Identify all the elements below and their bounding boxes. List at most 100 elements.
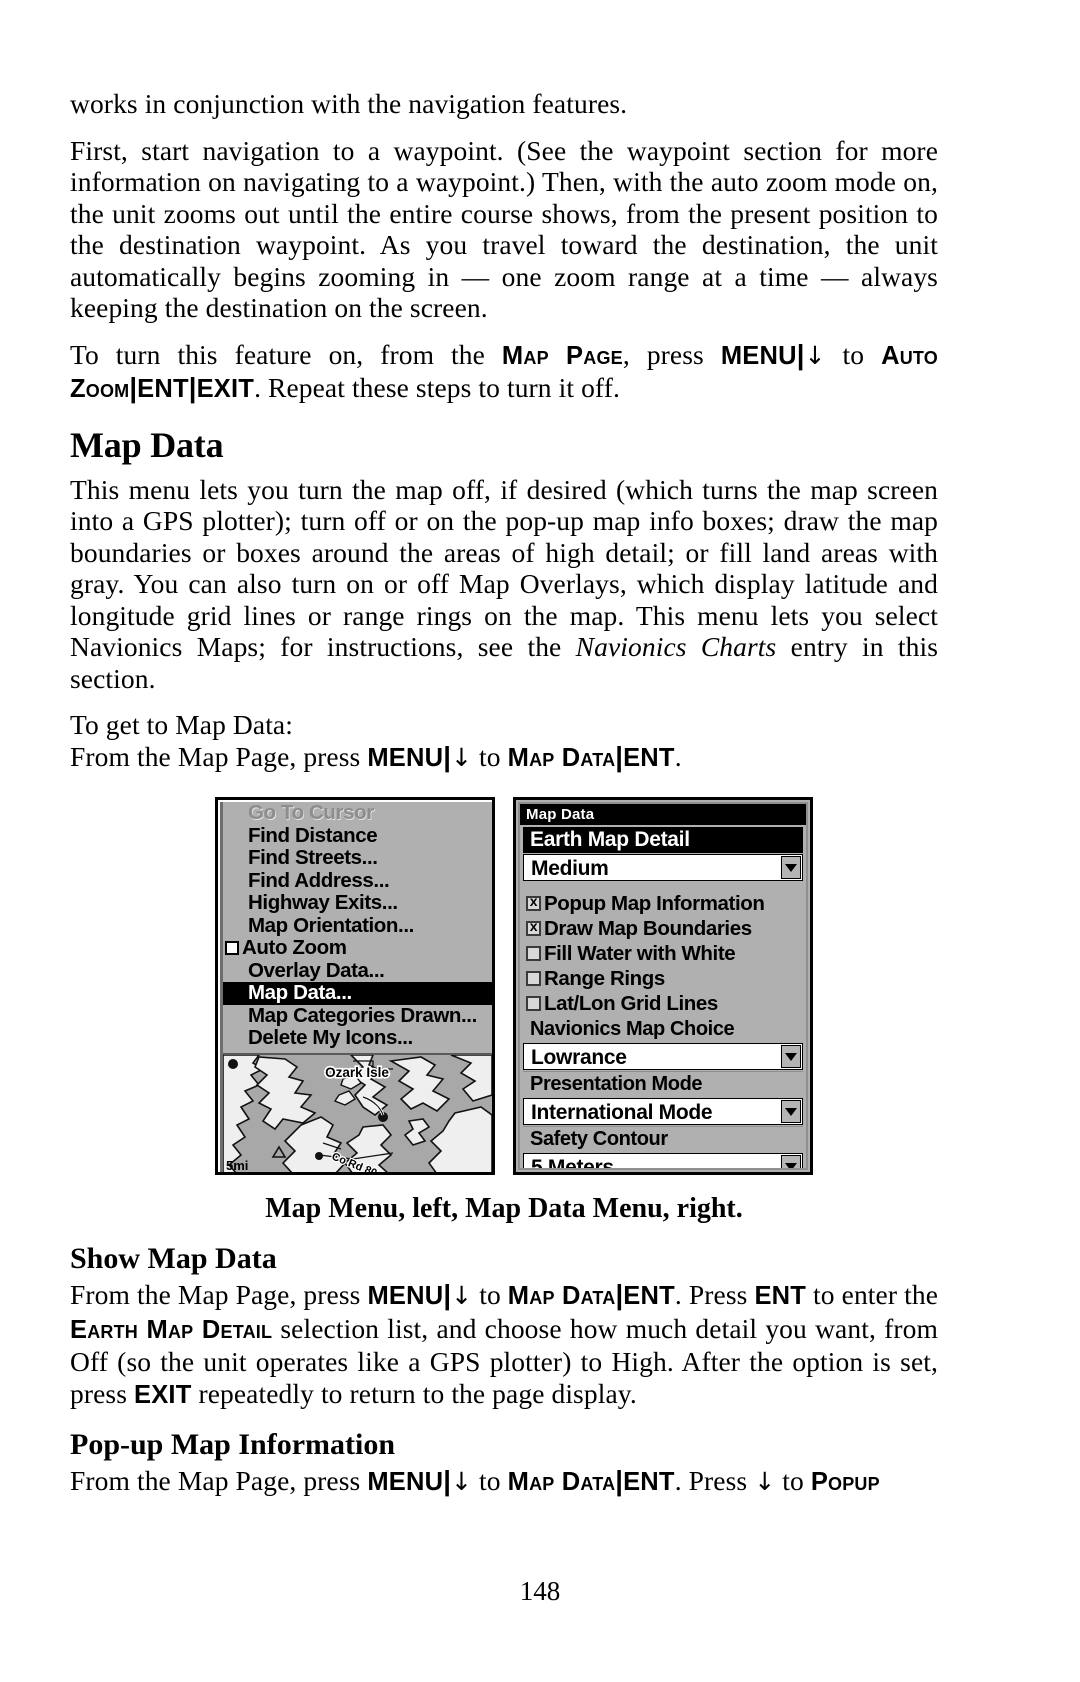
menu-item-find-address[interactable]: Find Address... [223,869,492,893]
menu-item-map-categories-drawn[interactable]: Map Categories Drawn... [223,1004,492,1028]
key-ent: ENT [754,1282,807,1310]
map-data-window-title: Map Data [520,804,806,825]
chevron-down-icon[interactable] [781,1155,801,1168]
menu-item-delete-my-icons[interactable]: Delete My Icons... [223,1026,492,1050]
checkbox-row-fill-water-with-white[interactable]: Fill Water with White [520,941,806,966]
map-place-label: Ozark Isle [325,1065,389,1080]
arrow-down-icon: ↓ [804,340,826,370]
text-run: to [472,1279,508,1310]
text-run: , press [622,338,721,370]
checkbox-auto-zoom[interactable] [225,941,239,955]
paragraph-map-data-overview: This menu lets you turn the map off, if … [70,474,938,695]
key-ent: ENT [623,1468,675,1496]
keyword-earth-map-detail: Earth Map Detail [70,1315,273,1344]
gps-screenshot-map-data-menu: Map Data Earth Map Detail Medium Popup M… [513,797,813,1175]
keyword-map-data: Map Data [507,1468,616,1496]
map-scale-label: 5mi [226,1158,249,1172]
map-preview[interactable]: Ozark Isle Co Rd 80 5mi [223,1053,492,1172]
safety-contour-value: 5 Meters [531,1156,614,1170]
checkbox-label: Draw Map Boundaries [544,917,752,940]
checkbox-range-rings[interactable] [526,971,541,986]
figure-caption: Map Menu, left, Map Data Menu, right. [265,1193,743,1224]
menu-item-map-data[interactable]: Map Data... [223,981,492,1005]
figure-map-menus: Go To Cursor Find Distance Find Streets.… [70,789,938,1189]
key-menu: MENU [367,743,444,772]
text-run: repeatedly to return to the page display… [191,1377,637,1409]
italic-navionics-charts: Navionics Charts [575,631,777,662]
safety-contour-label: Safety Contour [523,1126,803,1152]
arrow-down-icon: ↓ [451,1467,473,1496]
map-menu-list: Go To Cursor Find Distance Find Streets.… [223,802,492,1050]
key-ent: ENT [137,375,189,403]
keyword-map-data: Map Data [507,743,616,772]
menu-item-overlay-data[interactable]: Overlay Data... [223,959,492,983]
text-run: From the Map Page, press [70,1465,368,1496]
text-run: . Press [674,1279,755,1310]
checkbox-label: Range Rings [544,967,665,990]
arrow-down-icon: ↓ [451,1281,473,1310]
safety-contour-dropdown[interactable]: 5 Meters [523,1153,803,1170]
earth-map-detail-value: Medium [531,857,609,880]
key-menu: MENU [367,1468,444,1496]
navionics-map-choice-value: Lowrance [531,1046,627,1069]
text-run: From the Map Page, press [70,1279,368,1310]
menu-item-find-streets[interactable]: Find Streets... [223,846,492,870]
key-menu: MENU [367,1282,444,1310]
paragraph-howto-intro: To get to Map Data: [70,709,293,740]
menu-item-highway-exits[interactable]: Highway Exits... [223,891,492,915]
text-run: to [775,1465,811,1496]
map-preview-graphic: Ozark Isle Co Rd 80 [223,1055,492,1172]
text-run: From the Map Page, press [70,740,368,772]
key-ent: ENT [623,1282,675,1310]
arrow-down-icon: ↓ [451,742,473,772]
page-number: 148 [519,1576,561,1606]
text-run: to [825,338,882,370]
paragraph-popup-map-information: From the Map Page, press MENU|↓ to Map D… [70,1465,880,1496]
navionics-map-choice-label: Navionics Map Choice [523,1017,803,1042]
text-run: . [674,740,682,772]
earth-map-detail-dropdown[interactable]: Medium [523,854,803,881]
gps-screenshot-map-menu: Go To Cursor Find Distance Find Streets.… [215,797,495,1175]
menu-item-go-to-cursor[interactable]: Go To Cursor [223,802,492,825]
checkbox-label: Fill Water with White [544,942,736,965]
text-run: . Repeat these steps to turn it off. [254,372,620,403]
checkbox-fill-water-with-white[interactable] [526,946,541,961]
checkbox-draw-map-boundaries[interactable] [526,921,541,936]
paragraph-autozoom-explanation: First, start navigation to a waypoint. (… [70,134,938,324]
page-content: works in conjunction with the navigation… [70,88,938,1499]
presentation-mode-label: Presentation Mode [523,1071,803,1097]
text-run: . Press [674,1465,755,1496]
keyword-map-data: Map Data [507,1282,616,1310]
checkbox-row-draw-map-boundaries[interactable]: Draw Map Boundaries [520,916,806,941]
presentation-mode-dropdown[interactable]: International Mode [523,1098,803,1125]
text-run: To turn this feature on, from the [70,338,502,370]
key-exit: EXIT [196,375,255,403]
paragraph-show-map-data: From the Map Page, press MENU|↓ to Map D… [70,1279,939,1409]
chevron-down-icon[interactable] [781,1045,801,1068]
document-page: works in conjunction with the navigation… [0,0,1080,1682]
text-run: to [472,740,508,772]
menu-item-map-orientation[interactable]: Map Orientation... [223,914,492,938]
checkbox-popup-map-information[interactable] [526,896,541,911]
keyword-popup: Popup [810,1468,880,1496]
menu-item-label: Auto Zoom [242,936,347,959]
paragraph-autozoom-instructions: To turn this feature on, from the Map Pa… [70,338,938,404]
checkbox-row-popup-map-information[interactable]: Popup Map Information [520,891,806,916]
chevron-down-icon[interactable] [781,1100,801,1123]
text-run: to [472,1465,508,1496]
navionics-map-choice-dropdown[interactable]: Lowrance [523,1043,803,1070]
checkbox-row-lat-lon-grid-lines[interactable]: Lat/Lon Grid Lines [520,991,806,1016]
paragraph-howto-steps: From the Map Page, press MENU|↓ to Map D… [70,740,682,772]
presentation-mode-value: International Mode [531,1101,713,1124]
text-run: to enter the [806,1279,939,1310]
key-ent: ENT [623,743,675,772]
checkbox-row-range-rings[interactable]: Range Rings [520,966,806,991]
subsection-heading-popup-map-information: Pop-up Map Information [70,1428,396,1461]
menu-item-find-distance[interactable]: Find Distance [223,824,492,848]
chevron-down-icon[interactable] [781,856,801,879]
menu-item-auto-zoom[interactable]: Auto Zoom [223,936,492,960]
key-exit: EXIT [134,1380,192,1409]
checkbox-lat-lon-grid-lines[interactable] [526,996,541,1011]
checkbox-label: Lat/Lon Grid Lines [544,992,718,1015]
arrow-down-icon: ↓ [754,1467,776,1496]
